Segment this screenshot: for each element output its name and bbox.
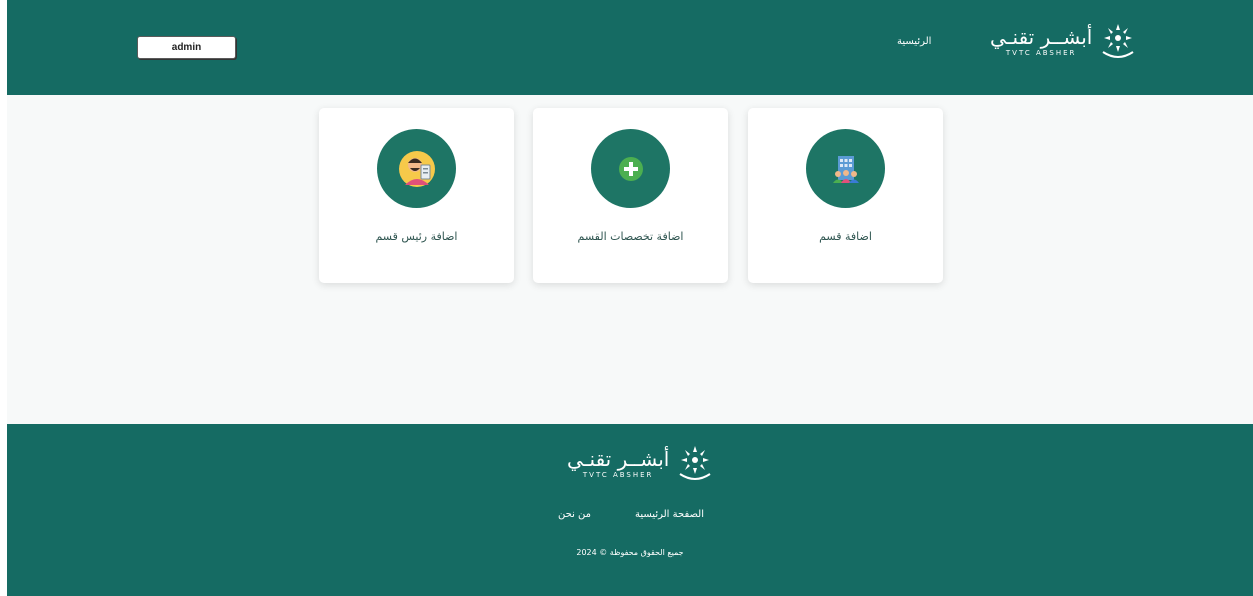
department-head-icon bbox=[398, 150, 435, 187]
footer: أبشــر تقنـي TVTC ABSHER الصفحة الرئيسية… bbox=[7, 424, 1253, 596]
card-label: اضافة قسم bbox=[819, 230, 872, 243]
add-department-head-card[interactable]: اضافة رئيس قسم bbox=[319, 108, 514, 283]
building-icon bbox=[832, 155, 859, 183]
logo-english-text: TVTC ABSHER bbox=[1005, 48, 1077, 57]
footer-link-about[interactable]: من نحن bbox=[558, 509, 591, 520]
header-logo[interactable]: أبشــر تقنـي TVTC ABSHER bbox=[990, 22, 1136, 60]
card-icon-circle bbox=[377, 129, 456, 208]
card-label: اضافة رئيس قسم bbox=[375, 230, 458, 243]
add-department-card[interactable]: اضافة قسم bbox=[748, 108, 943, 283]
logo-english-text: TVTC ABSHER bbox=[582, 470, 654, 479]
add-department-specializations-card[interactable]: اضافة تخصصات القسم bbox=[533, 108, 728, 283]
card-icon-circle bbox=[806, 129, 885, 208]
plus-icon bbox=[618, 156, 643, 181]
nav-home-link[interactable]: الرئيسية bbox=[897, 36, 931, 47]
logo-emblem-icon bbox=[679, 446, 711, 480]
logo-arabic-text: أبشــر تقنـي bbox=[567, 446, 670, 471]
header-bar: admin الرئيسية أبشــر تقنـي TVTC ABSHER bbox=[7, 0, 1253, 95]
copyright-text: جميع الحقوق محفوظة © 2024 bbox=[576, 548, 684, 557]
card-icon-circle bbox=[591, 129, 670, 208]
footer-logo[interactable]: أبشــر تقنـي TVTC ABSHER bbox=[567, 444, 713, 482]
card-label: اضافة تخصصات القسم bbox=[577, 230, 684, 243]
app-frame: admin الرئيسية أبشــر تقنـي TVTC ABSHER bbox=[7, 0, 1253, 596]
user-button[interactable]: admin bbox=[137, 36, 236, 59]
logo-emblem-icon bbox=[1102, 24, 1134, 58]
footer-link-home[interactable]: الصفحة الرئيسية bbox=[635, 509, 704, 520]
logo-arabic-text: أبشــر تقنـي bbox=[990, 24, 1093, 49]
